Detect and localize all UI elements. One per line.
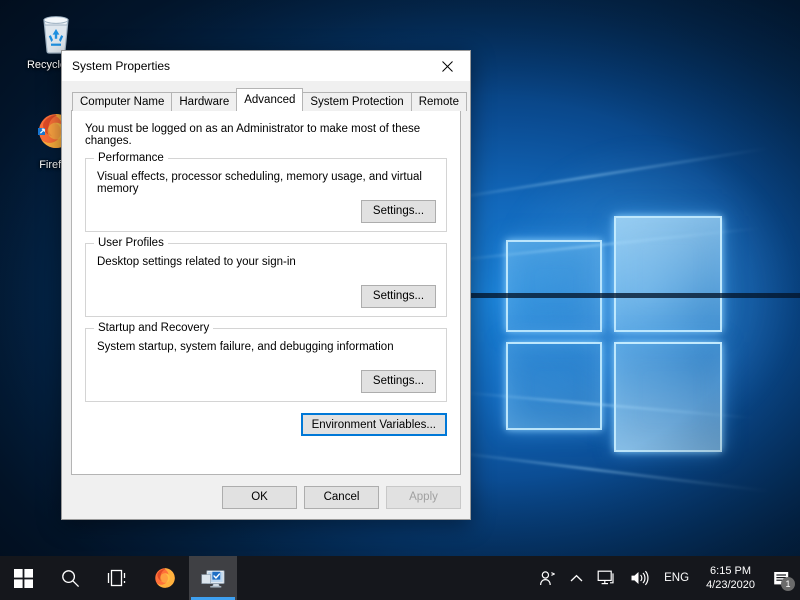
windows-start-icon: [14, 568, 33, 588]
dialog-title: System Properties: [72, 59, 171, 73]
performance-settings-button[interactable]: Settings...: [361, 200, 436, 223]
clock-time: 6:15 PM: [710, 565, 752, 577]
user-profiles-group-title: User Profiles: [94, 237, 168, 249]
speaker-icon: [631, 570, 649, 586]
notifications-button[interactable]: 1: [764, 556, 798, 600]
task-view-button[interactable]: [94, 556, 141, 600]
ok-button[interactable]: OK: [222, 485, 297, 509]
show-hidden-icons-button[interactable]: [563, 556, 590, 600]
firefox-icon: [155, 568, 175, 588]
system-tray[interactable]: ENG 6:15 PM 4/23/2020 1: [532, 556, 800, 600]
startup-recovery-group-title: Startup and Recovery: [94, 322, 214, 334]
tab-computer-name[interactable]: Computer Name: [72, 92, 173, 111]
start-button[interactable]: [0, 556, 47, 600]
user-profiles-description: Desktop settings related to your sign-in: [97, 256, 296, 268]
clock[interactable]: 6:15 PM 4/23/2020: [697, 556, 764, 600]
user-profiles-group: User Profiles Desktop settings related t…: [85, 237, 447, 317]
system-properties-dialog[interactable]: System Properties Computer Name Hardware…: [61, 50, 471, 520]
notification-count-badge: 1: [781, 577, 795, 591]
environment-variables-button[interactable]: Environment Variables...: [300, 413, 447, 436]
taskbar-app-firefox[interactable]: [141, 556, 189, 600]
tab-hardware[interactable]: Hardware: [171, 92, 238, 111]
tab-strip[interactable]: Computer Name Hardware Advanced System P…: [71, 88, 467, 111]
chevron-up-icon: [570, 574, 583, 581]
user-profiles-settings-button[interactable]: Settings...: [361, 285, 436, 308]
language-indicator[interactable]: ENG: [656, 556, 697, 600]
taskbar-app-system-properties[interactable]: [189, 556, 237, 600]
startup-recovery-description: System startup, system failure, and debu…: [97, 341, 394, 353]
task-view-icon: [107, 569, 126, 587]
search-button[interactable]: [47, 556, 94, 600]
startup-recovery-group: Startup and Recovery System startup, sys…: [85, 322, 447, 402]
administrator-notice: You must be logged on as an Administrato…: [85, 123, 421, 147]
dialog-body: Computer Name Hardware Advanced System P…: [62, 81, 470, 475]
cancel-button[interactable]: Cancel: [304, 485, 379, 509]
network-button[interactable]: [590, 556, 623, 600]
taskbar-spacer: [237, 556, 532, 600]
search-icon: [62, 569, 80, 587]
people-button[interactable]: [532, 556, 563, 600]
environment-variables-row: Environment Variables...: [85, 413, 447, 436]
dialog-titlebar[interactable]: System Properties: [62, 51, 470, 81]
close-button[interactable]: [425, 51, 470, 81]
user-profiles-button-row: Settings...: [361, 285, 436, 308]
startup-recovery-button-row: Settings...: [361, 370, 436, 393]
desktop[interactable]: Recycle Bin Firefox System Properties Co…: [0, 0, 800, 600]
performance-description: Visual effects, processor scheduling, me…: [97, 171, 422, 195]
recycle-bin-icon: [43, 16, 69, 54]
startup-recovery-settings-button[interactable]: Settings...: [361, 370, 436, 393]
volume-button[interactable]: [623, 556, 656, 600]
tab-system-protection[interactable]: System Protection: [302, 92, 412, 111]
system-properties-icon: [200, 569, 225, 587]
advanced-tab-panel: You must be logged on as an Administrato…: [71, 110, 461, 475]
taskbar[interactable]: ENG 6:15 PM 4/23/2020 1: [0, 556, 800, 600]
clock-date: 4/23/2020: [706, 579, 755, 591]
performance-group-title: Performance: [94, 152, 168, 164]
tab-remote[interactable]: Remote: [410, 92, 467, 111]
apply-button: Apply: [386, 485, 461, 509]
close-icon: [442, 60, 453, 72]
tab-advanced[interactable]: Advanced: [236, 88, 304, 111]
performance-button-row: Settings...: [361, 200, 436, 223]
dialog-footer: OK Cancel Apply: [62, 475, 470, 519]
people-icon: [540, 570, 556, 585]
performance-group: Performance Visual effects, processor sc…: [85, 152, 447, 232]
network-icon: [597, 570, 614, 585]
